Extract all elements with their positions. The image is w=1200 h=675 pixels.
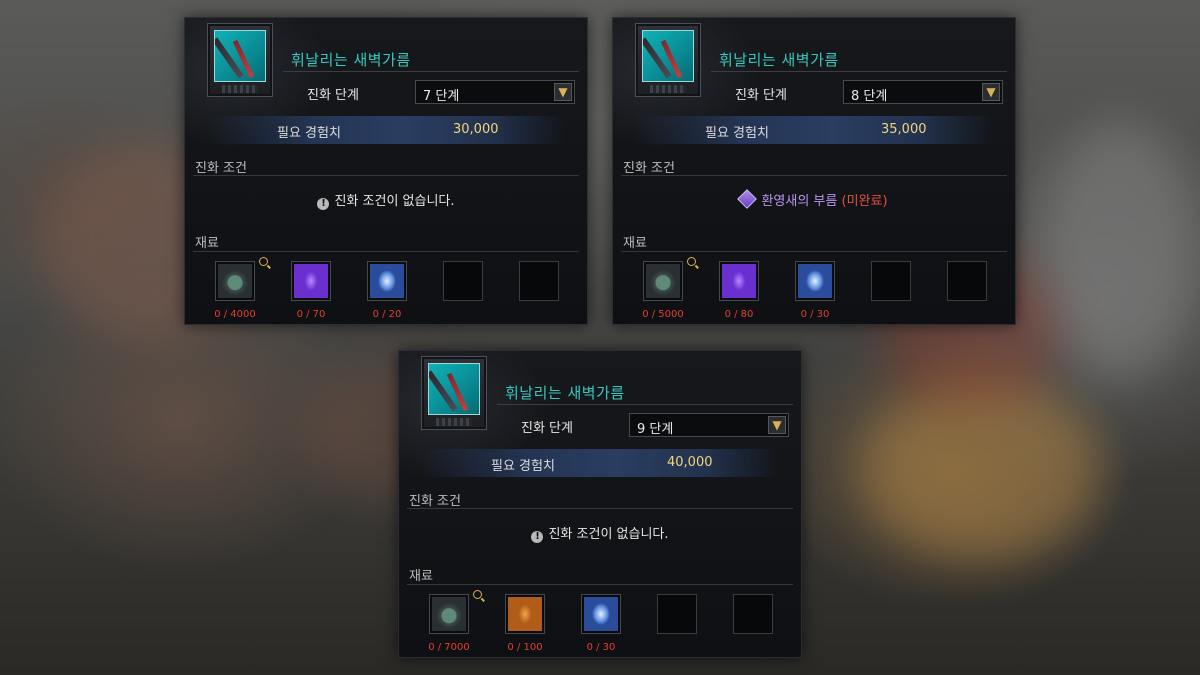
- purple-crystal-icon: [294, 264, 328, 298]
- material-quantity: 0 / 7000: [428, 642, 470, 653]
- divider: [621, 175, 1007, 176]
- empty-material-slot: [519, 261, 559, 301]
- chest-icon: [218, 264, 252, 298]
- materials-heading: 재료: [195, 236, 219, 251]
- empty-material-slot: [657, 594, 697, 634]
- scythe-weapon-icon: [214, 30, 266, 82]
- evolution-stage-label: 진화 단계: [521, 421, 573, 436]
- divider: [193, 251, 579, 252]
- required-exp-value: 40,000: [667, 455, 713, 470]
- empty-material-slot: [733, 594, 773, 634]
- evolution-stage-dropdown[interactable]: 9 단계 ▼: [629, 413, 789, 437]
- condition-row: ! 진화 조건이 없습니다.: [185, 190, 587, 210]
- evolution-stage-label: 진화 단계: [307, 88, 359, 103]
- condition-text: 진화 조건이 없습니다.: [548, 527, 669, 542]
- item-name: 휘날리는 새벽가름: [291, 51, 411, 69]
- conditions-heading: 진화 조건: [409, 494, 461, 509]
- material-quantity: 0 / 5000: [642, 309, 684, 320]
- required-exp-value: 30,000: [453, 122, 499, 137]
- item-icon-frame: [207, 23, 273, 97]
- material-slot[interactable]: [505, 594, 545, 634]
- material-slot[interactable]: [795, 261, 835, 301]
- divider: [407, 508, 793, 509]
- required-exp-label: 필요 경험치: [277, 126, 341, 141]
- evolution-panel-stage-8: 휘날리는 새벽가름 진화 단계 8 단계 ▼ 필요 경험치 35,000 진화 …: [612, 17, 1016, 325]
- divider: [283, 71, 579, 72]
- required-exp-value: 35,000: [881, 122, 927, 137]
- search-icon[interactable]: [687, 257, 696, 266]
- evolution-stage-value: 8 단계: [851, 89, 888, 104]
- chest-icon: [646, 264, 680, 298]
- purple-crystal-icon: [722, 264, 756, 298]
- condition-text: 진화 조건이 없습니다.: [334, 194, 455, 209]
- evolution-stage-dropdown[interactable]: 8 단계 ▼: [843, 80, 1003, 104]
- info-icon: !: [317, 198, 330, 210]
- item-icon-frame: [421, 356, 487, 430]
- divider: [407, 584, 793, 585]
- condition-quest-name[interactable]: 환영새의 부름: [761, 194, 837, 209]
- blue-shield-gem-icon: [370, 264, 404, 298]
- material-quantity: 0 / 80: [724, 309, 754, 320]
- condition-status: (미완료): [841, 194, 888, 209]
- divider: [193, 175, 579, 176]
- divider: [711, 71, 1007, 72]
- empty-material-slot: [443, 261, 483, 301]
- condition-row: ! 진화 조건이 없습니다.: [399, 523, 801, 543]
- required-exp-bar: 필요 경험치 40,000: [421, 449, 779, 477]
- evolution-panel-stage-9: 휘날리는 새벽가름 진화 단계 9 단계 ▼ 필요 경험치 40,000 진화 …: [398, 350, 802, 658]
- chest-icon: [432, 597, 466, 631]
- item-name: 휘날리는 새벽가름: [505, 384, 625, 402]
- materials-heading: 재료: [409, 569, 433, 584]
- material-quantity: 0 / 100: [507, 642, 543, 653]
- required-exp-bar: 필요 경험치 30,000: [207, 116, 565, 144]
- info-icon: !: [531, 531, 544, 543]
- evolution-stage-dropdown[interactable]: 7 단계 ▼: [415, 80, 575, 104]
- chevron-down-icon[interactable]: ▼: [768, 416, 786, 434]
- material-slot[interactable]: [291, 261, 331, 301]
- material-quantity: 0 / 30: [586, 642, 616, 653]
- quest-diamond-icon: [737, 189, 758, 209]
- material-quantity: 0 / 70: [296, 309, 326, 320]
- conditions-heading: 진화 조건: [623, 161, 675, 176]
- material-slot[interactable]: [429, 594, 469, 634]
- condition-row[interactable]: 환영새의 부름 (미완료): [613, 189, 1015, 209]
- divider: [621, 251, 1007, 252]
- conditions-heading: 진화 조건: [195, 161, 247, 176]
- divider: [497, 404, 793, 405]
- item-name: 휘날리는 새벽가름: [719, 51, 839, 69]
- material-slot[interactable]: [581, 594, 621, 634]
- material-slot[interactable]: [215, 261, 255, 301]
- amber-stone-icon: [508, 597, 542, 631]
- scythe-weapon-icon: [642, 30, 694, 82]
- item-icon-frame: [635, 23, 701, 97]
- blue-shield-gem-icon: [584, 597, 618, 631]
- material-quantity: 0 / 20: [372, 309, 402, 320]
- material-slot[interactable]: [643, 261, 683, 301]
- material-quantity: 0 / 30: [800, 309, 830, 320]
- empty-material-slot: [871, 261, 911, 301]
- chevron-down-icon[interactable]: ▼: [982, 83, 1000, 101]
- search-icon[interactable]: [259, 257, 268, 266]
- evolution-panel-stage-7: 휘날리는 새벽가름 진화 단계 7 단계 ▼ 필요 경험치 30,000 진화 …: [184, 17, 588, 325]
- empty-material-slot: [947, 261, 987, 301]
- chevron-down-icon[interactable]: ▼: [554, 83, 572, 101]
- blue-shield-gem-icon: [798, 264, 832, 298]
- evolution-stage-label: 진화 단계: [735, 88, 787, 103]
- material-slot[interactable]: [367, 261, 407, 301]
- required-exp-label: 필요 경험치: [705, 126, 769, 141]
- material-quantity: 0 / 4000: [214, 309, 256, 320]
- required-exp-bar: 필요 경험치 35,000: [635, 116, 993, 144]
- material-slot[interactable]: [719, 261, 759, 301]
- evolution-stage-value: 9 단계: [637, 422, 674, 437]
- evolution-stage-value: 7 단계: [423, 89, 460, 104]
- materials-heading: 재료: [623, 236, 647, 251]
- search-icon[interactable]: [473, 590, 482, 599]
- scythe-weapon-icon: [428, 363, 480, 415]
- required-exp-label: 필요 경험치: [491, 459, 555, 474]
